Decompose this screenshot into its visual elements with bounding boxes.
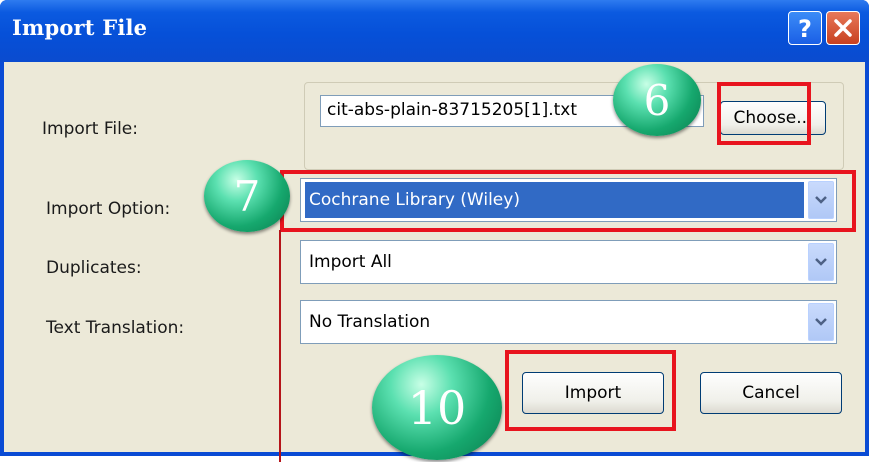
duplicates-select[interactable]: Import All xyxy=(300,240,837,284)
text-translation-value: No Translation xyxy=(309,312,431,332)
duplicates-value: Import All xyxy=(309,252,392,272)
question-mark-icon: ? xyxy=(798,16,812,40)
close-button[interactable] xyxy=(826,11,860,45)
import-highlight-box xyxy=(505,350,676,431)
import-option-highlight-box xyxy=(280,170,856,232)
text-translation-label: Text Translation: xyxy=(46,318,185,338)
import-option-label: Import Option: xyxy=(46,199,171,219)
cancel-button[interactable]: Cancel xyxy=(700,372,842,414)
svg-text:?: ? xyxy=(798,16,812,40)
step-6-callout: 6 xyxy=(613,64,701,136)
text-translation-select[interactable]: No Translation xyxy=(300,300,837,344)
chevron-down-icon xyxy=(815,318,827,326)
import-file-label: Import File: xyxy=(42,119,138,139)
step-10-callout: 10 xyxy=(372,355,502,460)
pointer-line xyxy=(279,230,281,462)
chevron-down-icon xyxy=(815,258,827,266)
step-7-callout: 7 xyxy=(204,160,290,232)
window-title: Import File xyxy=(12,15,148,40)
help-button[interactable]: ? xyxy=(788,11,822,45)
duplicates-label: Duplicates: xyxy=(46,258,142,278)
title-bar: Import File ? xyxy=(0,0,869,62)
choose-highlight-box xyxy=(717,82,811,145)
duplicates-dropdown-button[interactable] xyxy=(808,243,834,281)
text-translation-dropdown-button[interactable] xyxy=(808,303,834,341)
close-icon xyxy=(834,19,852,37)
